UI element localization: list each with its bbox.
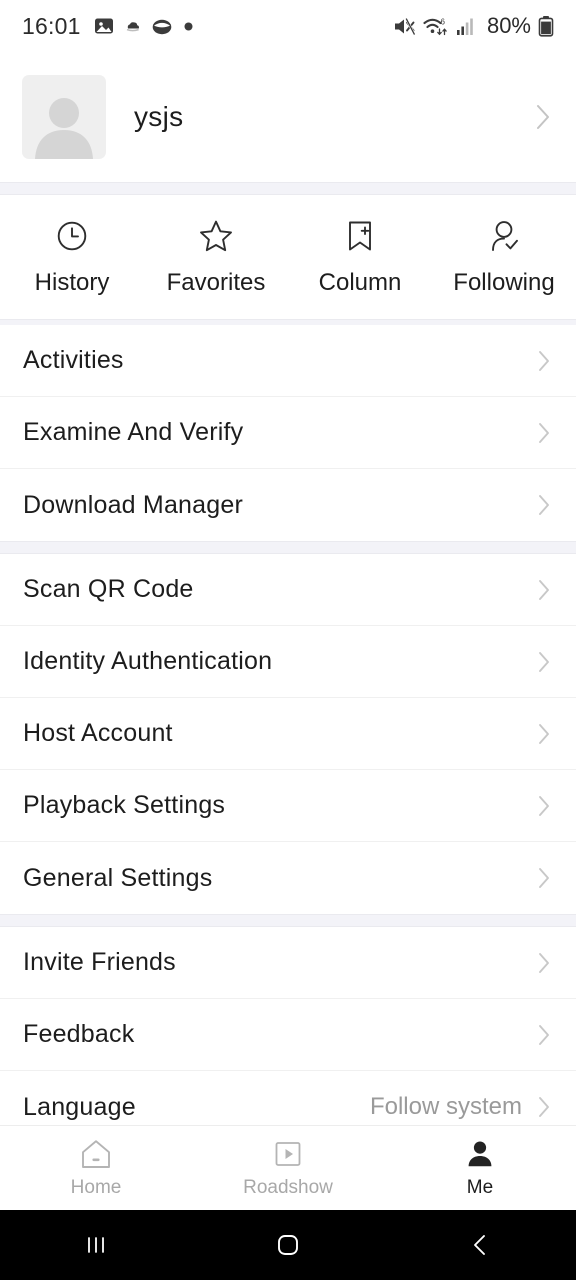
menu-row-label: Language [23, 1092, 136, 1121]
chevron-right-icon [534, 948, 554, 978]
quick-action-following[interactable]: Following [432, 219, 576, 297]
star-icon [198, 219, 234, 253]
menu-row-label: Download Manager [23, 490, 243, 519]
phone-screen: 16:01 6 80% ysjs History Favorites Colum… [0, 0, 576, 1280]
chevron-right-icon [534, 346, 554, 376]
bookmark-plus-icon [344, 219, 376, 253]
menu-row-playback-settings[interactable]: Playback Settings [0, 770, 576, 842]
wifi-6-icon: 6 [423, 16, 449, 37]
menu-row-label: Playback Settings [23, 791, 226, 819]
quick-action-history[interactable]: History [0, 219, 144, 297]
battery-icon [538, 15, 554, 37]
menu-row-general-settings[interactable]: General Settings [0, 842, 576, 914]
home-button[interactable] [192, 1231, 384, 1259]
recents-icon [83, 1233, 109, 1257]
chevron-right-icon [534, 863, 554, 893]
home-icon [79, 1138, 113, 1170]
menu-row-scan-qr-code[interactable]: Scan QR Code [0, 554, 576, 626]
quick-action-label: Column [318, 269, 402, 296]
quick-action-column[interactable]: Column [288, 219, 432, 297]
menu-row-label: Invite Friends [23, 948, 176, 976]
status-notification-icons [94, 16, 194, 36]
quick-actions-row: History Favorites Column Following [0, 195, 576, 319]
settings-scroll-area[interactable]: Activities Examine And Verify Download M… [0, 325, 576, 1125]
capsule-icon [151, 17, 173, 36]
menu-row-language[interactable]: Language Follow system [0, 1071, 576, 1125]
menu-row-label: Examine And Verify [23, 418, 244, 446]
battery-percent-label: 80% [486, 13, 531, 38]
chevron-right-icon [534, 791, 554, 821]
image-icon [94, 16, 114, 36]
menu-row-host-account[interactable]: Host Account [0, 698, 576, 770]
menu-row-value: Follow system [369, 1093, 522, 1120]
chevron-right-icon [534, 418, 554, 448]
tab-me[interactable]: Me [384, 1138, 576, 1199]
section-divider-band [0, 914, 576, 927]
android-nav-bar [0, 1210, 576, 1280]
quick-action-label: Following [453, 269, 555, 296]
quick-action-label: Favorites [166, 269, 266, 296]
dot-icon [183, 21, 194, 32]
play-box-icon [272, 1138, 304, 1170]
quick-action-label: History [34, 269, 110, 296]
menu-row-examine-and-verify[interactable]: Examine And Verify [0, 397, 576, 469]
signal-bars-icon [456, 16, 478, 37]
quick-action-favorites[interactable]: Favorites [144, 219, 288, 297]
person-check-icon [486, 219, 522, 253]
chevron-right-icon[interactable] [532, 100, 554, 134]
menu-row-identity-authentication[interactable]: Identity Authentication [0, 626, 576, 698]
menu-row-activities[interactable]: Activities [0, 325, 576, 397]
tab-label: Roadshow [243, 1176, 333, 1198]
menu-row-label: Scan QR Code [23, 575, 194, 603]
menu-row-label: Identity Authentication [23, 647, 273, 675]
mute-icon [393, 16, 416, 37]
section-divider-band [0, 182, 576, 195]
svg-text:6: 6 [440, 17, 445, 26]
tab-label: Home [70, 1176, 122, 1198]
back-chevron-icon [467, 1232, 493, 1258]
menu-row-label: Activities [23, 346, 124, 374]
tab-roadshow[interactable]: Roadshow [192, 1138, 384, 1199]
status-bar: 16:01 6 80% [0, 0, 576, 52]
menu-row-label: General Settings [23, 863, 213, 892]
menu-group-3: Invite Friends Feedback Language Follow … [0, 927, 576, 1125]
chevron-right-icon [534, 575, 554, 605]
home-circle-icon [274, 1231, 302, 1259]
avatar [22, 75, 106, 159]
status-clock: 16:01 [22, 12, 81, 39]
menu-row-download-manager[interactable]: Download Manager [0, 469, 576, 541]
tab-home[interactable]: Home [0, 1138, 192, 1199]
tab-label: Me [466, 1176, 494, 1198]
recents-button[interactable] [0, 1233, 192, 1257]
menu-group-2: Scan QR Code Identity Authentication Hos… [0, 554, 576, 914]
menu-row-label: Feedback [23, 1020, 135, 1048]
chevron-right-icon [534, 490, 554, 520]
bottom-tab-bar: Home Roadshow Me [0, 1125, 576, 1210]
profile-header[interactable]: ysjs [0, 52, 576, 182]
chevron-right-icon [534, 1020, 554, 1050]
menu-group-1: Activities Examine And Verify Download M… [0, 325, 576, 541]
chevron-right-icon [534, 647, 554, 677]
person-filled-icon [464, 1138, 496, 1170]
chevron-right-icon [534, 719, 554, 749]
clock-icon [55, 219, 89, 253]
chevron-right-icon [534, 1092, 554, 1122]
profile-username: ysjs [134, 101, 184, 132]
cloud-icon [124, 19, 141, 33]
menu-row-label: Host Account [23, 719, 173, 747]
back-button[interactable] [384, 1232, 576, 1258]
menu-row-invite-friends[interactable]: Invite Friends [0, 927, 576, 999]
status-system-icons: 6 80% [393, 13, 554, 39]
menu-row-feedback[interactable]: Feedback [0, 999, 576, 1071]
section-divider-band [0, 541, 576, 554]
